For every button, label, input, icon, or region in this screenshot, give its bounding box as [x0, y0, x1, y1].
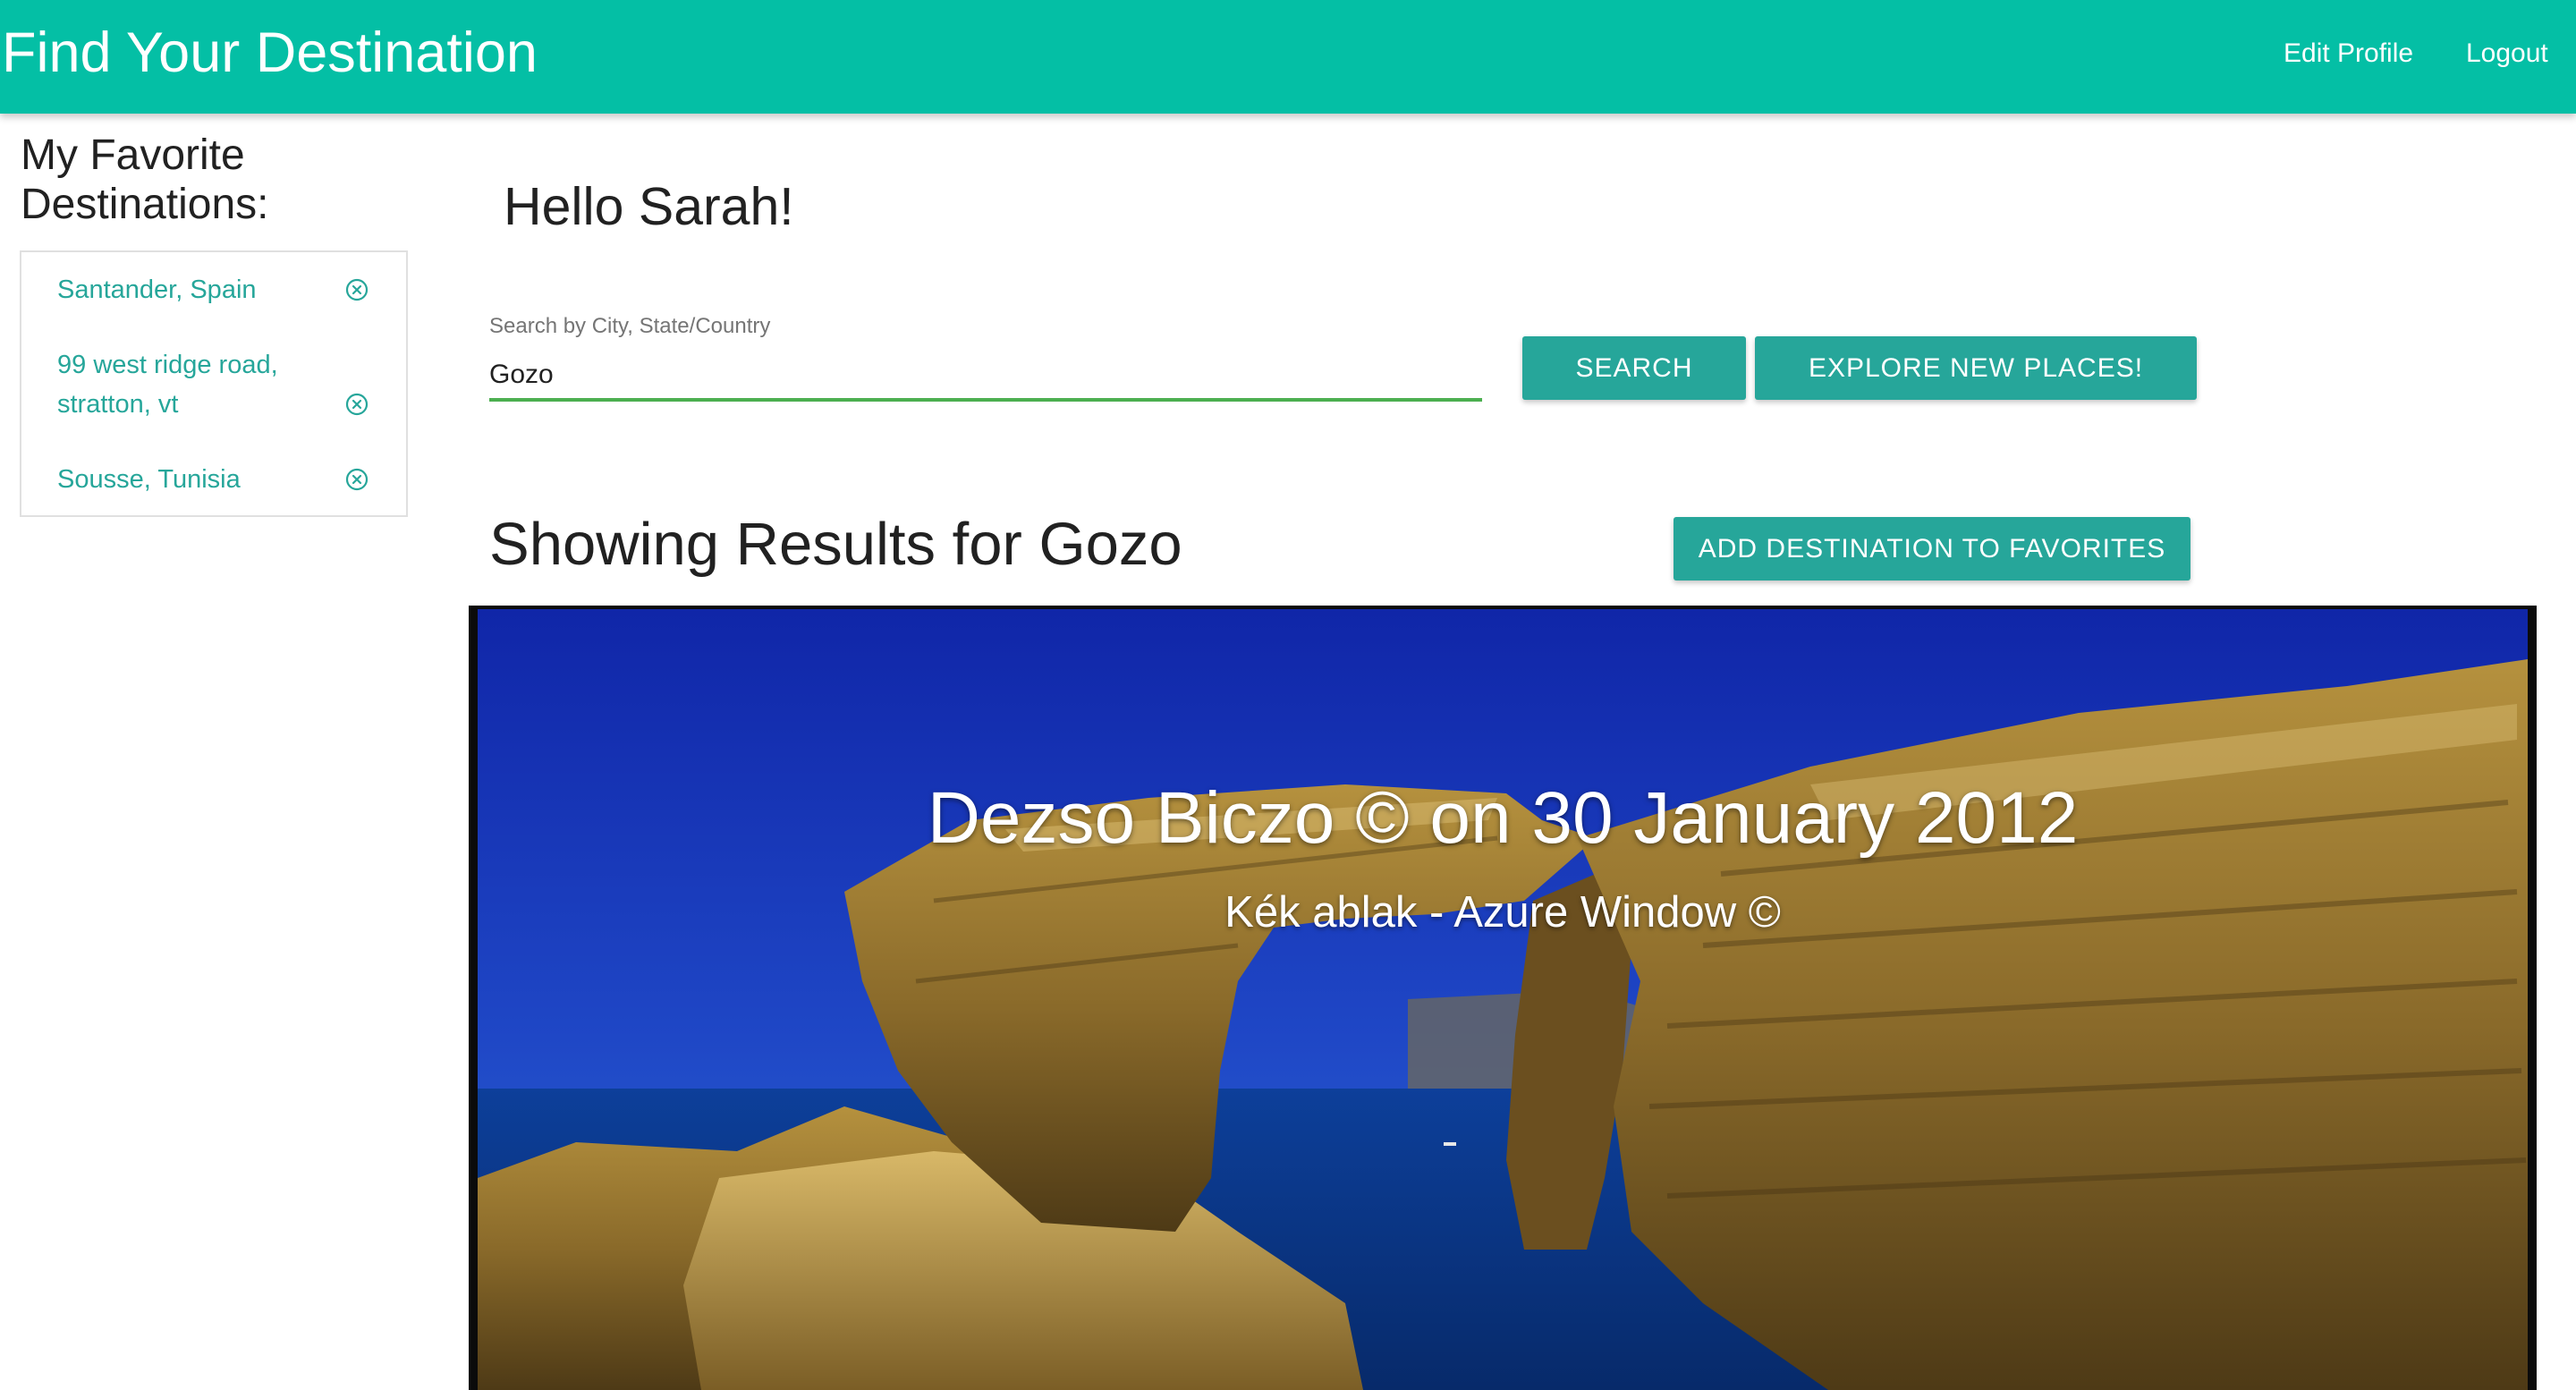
- favorites-list: Santander, Spain 99 west ridge road, str…: [20, 250, 408, 517]
- top-navbar: Find Your Destination Edit Profile Logou…: [0, 0, 2576, 114]
- explore-new-places-button[interactable]: EXPLORE NEW PLACES!: [1755, 336, 2197, 400]
- remove-favorite-icon[interactable]: [344, 392, 369, 417]
- search-button[interactable]: SEARCH: [1522, 336, 1746, 400]
- azure-window-image: [469, 606, 2537, 1390]
- app-title[interactable]: Find Your Destination: [2, 16, 538, 89]
- photo-subcaption: Kék ablak - Azure Window ©: [1224, 888, 1781, 937]
- photo-caption: Dezso Biczo © on 30 January 2012: [927, 777, 2079, 859]
- favorite-item-sousse[interactable]: Sousse, Tunisia: [57, 460, 326, 499]
- add-to-favorites-button[interactable]: ADD DESTINATION TO FAVORITES: [1674, 517, 2190, 581]
- favorite-item-stratton[interactable]: 99 west ridge road, stratton, vt: [57, 345, 326, 424]
- greeting: Hello Sarah!: [504, 177, 794, 236]
- destination-photo: Dezso Biczo © on 30 January 2012 Kék abl…: [469, 606, 2537, 1390]
- favorite-item-santander[interactable]: Santander, Spain: [57, 270, 326, 309]
- search-input[interactable]: [489, 352, 1482, 402]
- favorites-heading: My Favorite Destinations:: [21, 131, 269, 228]
- remove-favorite-icon[interactable]: [344, 467, 369, 492]
- remove-favorite-icon[interactable]: [344, 277, 369, 302]
- search-label: Search by City, State/Country: [489, 314, 771, 338]
- edit-profile-link[interactable]: Edit Profile: [2284, 36, 2413, 72]
- logout-link[interactable]: Logout: [2466, 36, 2548, 72]
- results-title: Showing Results for Gozo: [489, 511, 1182, 578]
